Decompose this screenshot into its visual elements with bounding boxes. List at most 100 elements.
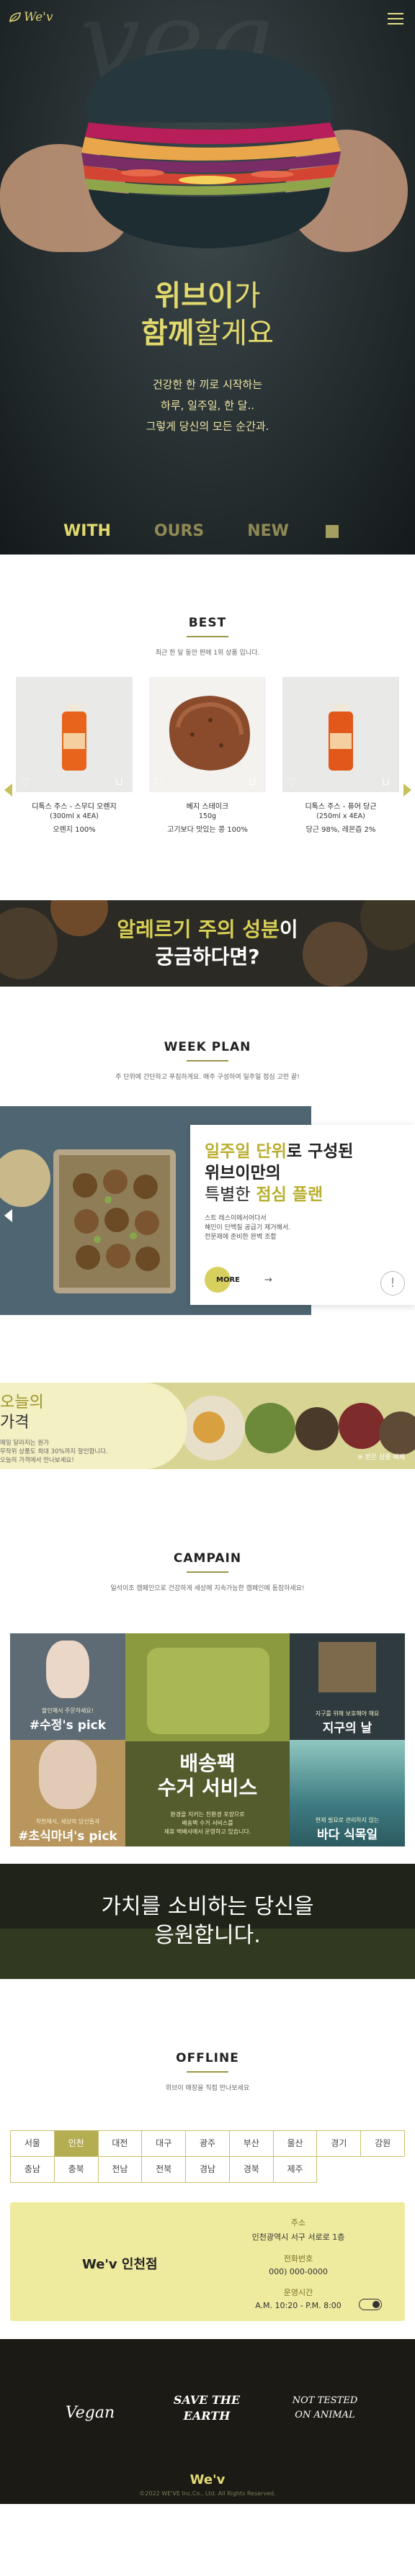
cart-icon[interactable]: ⊔ — [382, 776, 395, 788]
veggie-sandwich-image — [81, 49, 341, 248]
region-chungbuk[interactable]: 충북 — [54, 2157, 99, 2183]
spice-bowl-image — [0, 907, 58, 979]
phone-label: 전화번호 — [283, 2254, 313, 2263]
more-label: MORE — [216, 1275, 240, 1284]
region-gyeonggi[interactable]: 경기 — [317, 2131, 362, 2157]
region-jeonnam[interactable]: 전남 — [98, 2157, 143, 2183]
pause-square-icon[interactable] — [326, 525, 339, 538]
prev-arrow-icon[interactable] — [4, 784, 12, 796]
logo[interactable]: We'v — [9, 10, 53, 24]
campain-card-sea[interactable]: 현재 필요로 관리하지 않는 바다 식목일 — [290, 1740, 405, 1846]
campain-card-sujeong[interactable]: 할인해서 주문하세요! #수정's pick — [10, 1633, 125, 1740]
hero-title-bold-1: 위브이 — [154, 279, 234, 313]
heart-icon[interactable]: ♡ — [153, 776, 165, 788]
offline-subtitle: 위브이 매장을 직접 만나보세요 — [165, 2085, 250, 2092]
delivery-note: 환경을 지키는 친환경 포장으로 배송팩 수거 서비스를 제휴 택배사에서 운영… — [125, 1810, 290, 1836]
region-ulsan[interactable]: 울산 — [273, 2131, 318, 2157]
weekplan-card: 일주일 단위로 구성된 위브이만의 특별한 점심 플랜 스트 레스이에서어다서 … — [190, 1125, 415, 1305]
region-jeju[interactable]: 제주 — [273, 2157, 318, 2183]
toggle-knob — [372, 2301, 380, 2308]
region-seoul[interactable]: 서울 — [11, 2131, 55, 2157]
region-chungnam[interactable]: 충남 — [11, 2157, 55, 2183]
tab-new[interactable]: NEW — [247, 522, 289, 540]
region-incheon[interactable]: 인천 — [54, 2131, 99, 2157]
headline-highlight: 일주일 단위 — [205, 1142, 287, 1161]
title-underline — [187, 1571, 228, 1573]
footer-brand[interactable]: We'v — [0, 2472, 415, 2487]
spice-bowl-image — [360, 900, 415, 951]
campain-card-delivery[interactable]: 배송팩 수거 서비스 환경을 지키는 친환경 포장으로 배송팩 수거 서비스를 … — [125, 1633, 290, 1846]
weekplan-section: WEEK PLAN 주 단위에 간단하고 푸짐하게요. 매주 구성하여 일주일 … — [0, 987, 415, 1383]
price-title-line2: 가격 — [0, 1414, 30, 1432]
product-option: (250ml x 4EA) — [316, 812, 365, 820]
allergy-banner[interactable]: 알레르기 주의 성분이 궁금하다면? — [0, 900, 415, 987]
product-card[interactable]: ♡ ⊔ 디톡스 주스 - 퓨어 당근 (250ml x 4EA) 당근 98%,… — [282, 677, 399, 834]
product-name: 디톡스 주스 - 퓨어 당근 — [305, 803, 377, 811]
price-desc-line: 매일 달라지는 원가 — [0, 1440, 49, 1447]
store-info: 주소 인천광역시 서구 서로로 1층 전화번호 000) 000-0000 운영… — [241, 2217, 356, 2310]
region-gyeongnam[interactable]: 경남 — [186, 2157, 230, 2183]
spice-bowl-image — [50, 900, 108, 936]
product-card[interactable]: ♡ ⊔ 베지 스테이크 150g 고기보다 맛있는 콩 100% — [149, 677, 266, 834]
region-daejeon[interactable]: 대전 — [98, 2131, 143, 2157]
allergy-line2: 궁금하다면? — [155, 945, 260, 969]
hamburger-icon[interactable] — [388, 13, 403, 24]
best-section: BEST 최근 한 달 동안 판매 1위 상품 입니다. ♡ ⊔ 디톡스 주스 … — [0, 555, 415, 900]
campain-card-chosik[interactable]: 착한채식, 세상의 당신들과 #초식마녀's pick — [10, 1740, 125, 1846]
cart-icon[interactable]: ⊔ — [115, 776, 128, 788]
weekplan-headline: 일주일 단위로 구성된 위브이만의 특별한 점심 플랜 — [205, 1141, 401, 1206]
product-info: 고기보다 맛있는 콩 100% — [167, 826, 248, 834]
copyright: ©2022 WE'VE Inc.Co., Ltd. All Rights Res… — [139, 2490, 276, 2497]
headline-highlight: 점심 플랜 — [256, 1185, 323, 1204]
heart-icon[interactable]: ♡ — [20, 776, 32, 788]
campain-card-earthday[interactable]: 지구를 위해 보호해야 해요 지구의 날 — [290, 1633, 405, 1740]
product-image: ♡ ⊔ — [16, 677, 133, 792]
consumer-text: 가치를 소비하는 당신을 응원합니다. — [0, 1893, 415, 1950]
cart-icon[interactable]: ⊔ — [249, 776, 262, 788]
campain-big-text: #초식마녀's pick — [18, 1829, 117, 1844]
heart-icon[interactable]: ♡ — [287, 776, 298, 788]
region-busan[interactable]: 부산 — [229, 2131, 274, 2157]
allergy-line1-rest: 이 — [279, 917, 298, 941]
consumer-line: 응원합니다. — [154, 1923, 261, 1948]
leaf-logo-icon — [9, 12, 21, 23]
exclamation-icon[interactable]: ! — [380, 1271, 405, 1296]
best-title: BEST — [188, 616, 227, 630]
region-gangwon[interactable]: 강원 — [361, 2131, 405, 2157]
hero-title-light-2: 할게요 — [194, 317, 274, 350]
region-jeonbuk[interactable]: 전북 — [142, 2157, 187, 2183]
hero-desc-line: 건강한 한 끼로 시작하는 — [152, 378, 263, 391]
price-tag-note: ※ 본은 상품 예제 — [357, 1454, 405, 1461]
prev-arrow-icon[interactable] — [4, 1209, 12, 1222]
product-name: 디톡스 주스 - 스무디 오렌지 — [32, 803, 117, 811]
todays-price-banner[interactable]: 오늘의 가격 매일 달라지는 원가 무작위 상품도 최대 30%까지 할인합니다… — [0, 1383, 415, 1469]
body-line: 혜인이 단백질 공급기 제거해서. — [205, 1224, 291, 1231]
store-toggle[interactable] — [359, 2299, 382, 2310]
best-subtitle: 최근 한 달 동안 판매 1위 상품 입니다. — [155, 650, 260, 657]
logo-text: We'v — [24, 10, 53, 24]
tab-with[interactable]: WITH — [63, 522, 111, 540]
product-image: ♡ ⊔ — [149, 677, 266, 792]
product-info: 당근 98%, 레몬즙 2% — [305, 826, 376, 834]
delivery-note-line: 제휴 택배사에서 운영하고 있습니다. — [164, 1828, 251, 1835]
campain-small-text: 할인해서 주문하세요! — [42, 1707, 94, 1714]
allergy-text: 알레르기 주의 성분이 궁금하다면? — [117, 916, 298, 971]
weekplan-title: WEEK PLAN — [164, 1040, 251, 1054]
page: veg We'v 위브이가 함께할게요 — [0, 0, 415, 2576]
region-gwangju[interactable]: 광주 — [186, 2131, 230, 2157]
orange-juice-bottle-image — [62, 704, 86, 771]
campain-big-text: 지구의 날 — [322, 1721, 372, 1736]
price-title-hl: 오늘의 — [0, 1394, 44, 1412]
hours-value: A.M. 10:20 - P.M. 8:00 — [255, 2301, 342, 2310]
store-name: We'v 인천점 — [82, 2257, 158, 2272]
store-card: We'v 인천점 주소 인천광역시 서구 서로로 1층 전화번호 000) 00… — [10, 2202, 405, 2321]
more-button[interactable]: MORE → — [205, 1267, 272, 1293]
product-card[interactable]: ♡ ⊔ 디톡스 주스 - 스무디 오렌지 (300ml x 4EA) 오렌지 1… — [16, 677, 133, 834]
veggie-steak-image — [169, 696, 250, 771]
tab-ours[interactable]: OURS — [154, 522, 204, 540]
region-gyeongbuk[interactable]: 경북 — [229, 2157, 274, 2183]
earthday-sign-image — [318, 1642, 376, 1692]
next-arrow-icon[interactable] — [403, 784, 411, 796]
seed-bowl-image — [379, 1412, 415, 1455]
region-daegu[interactable]: 대구 — [142, 2131, 187, 2157]
